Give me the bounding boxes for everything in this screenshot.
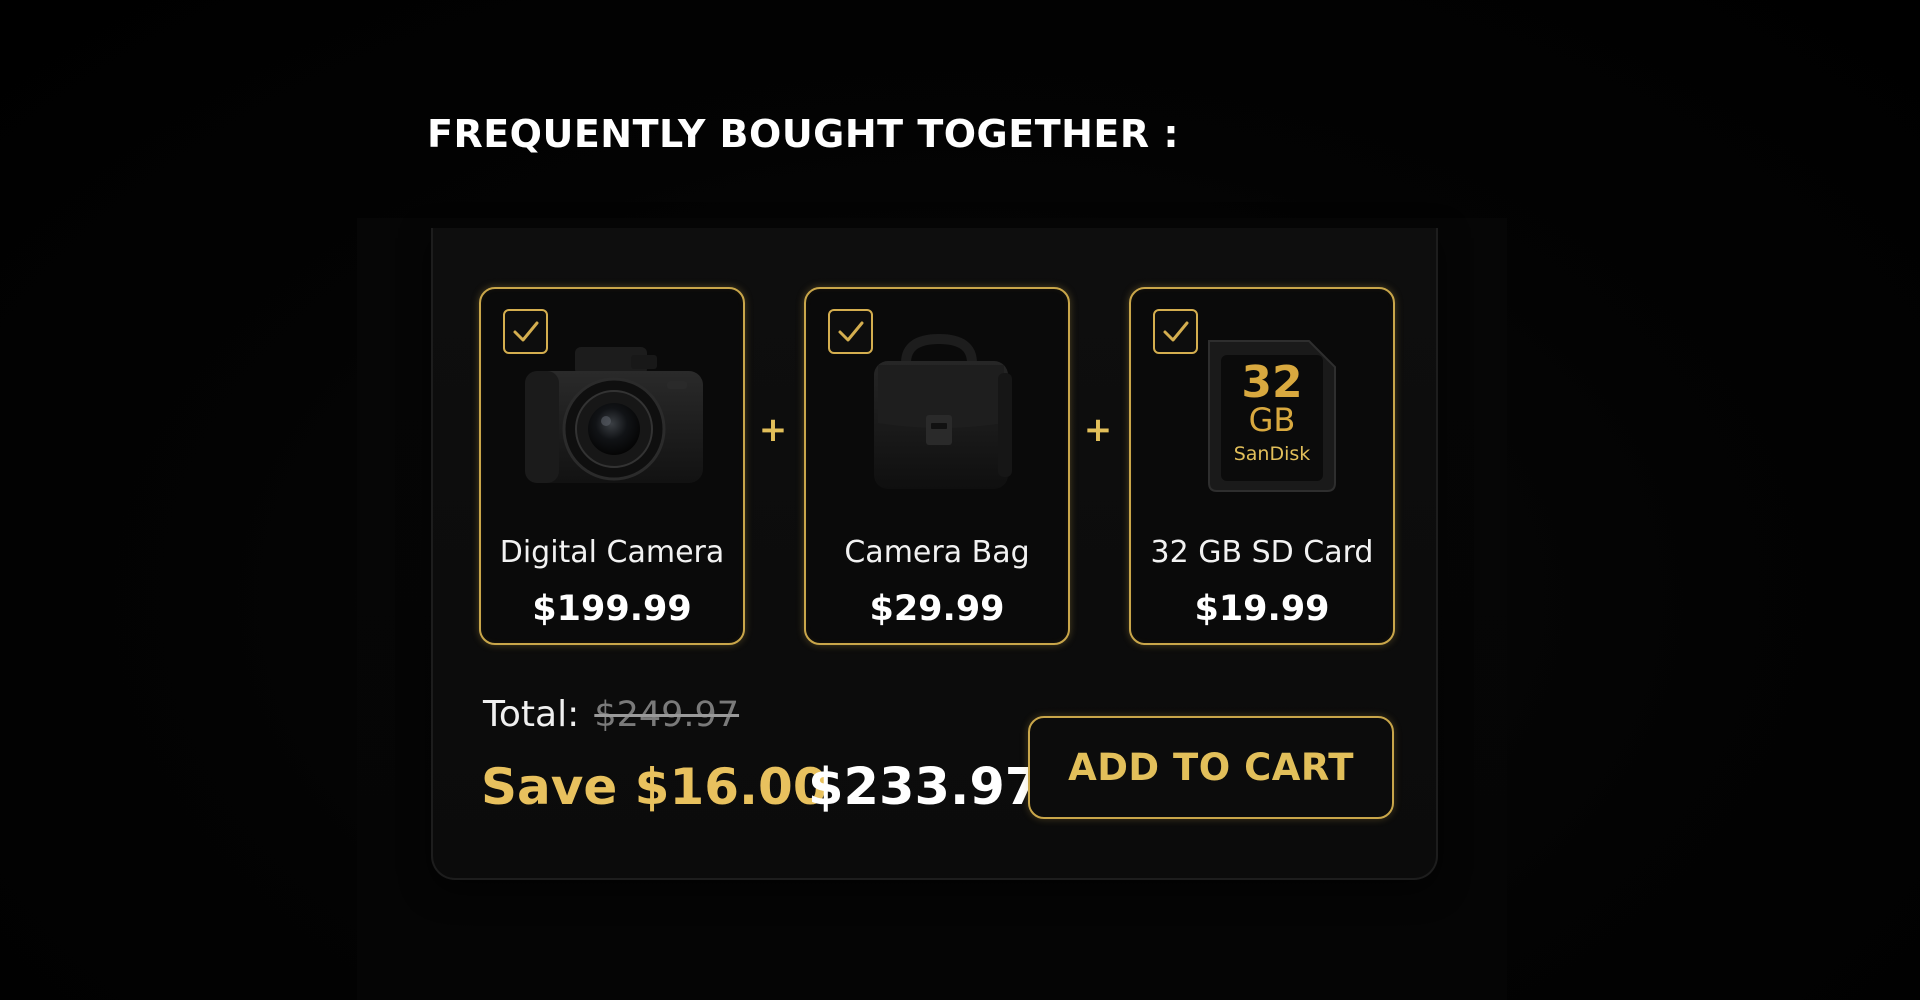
product-price: $199.99 xyxy=(532,589,692,629)
total-row: Total: $249.97 xyxy=(483,694,739,735)
savings-text: Save $16.00 xyxy=(481,758,828,816)
sd-card-icon: 32 GB SanDisk xyxy=(1208,340,1336,492)
final-total: $233.97 xyxy=(808,758,1041,817)
product-price: $19.99 xyxy=(1194,589,1330,629)
plus-separator: + xyxy=(758,410,788,450)
sd-card-unit: GB xyxy=(1249,401,1296,439)
product-price: $29.99 xyxy=(869,589,1005,629)
total-label: Total: xyxy=(483,694,580,735)
sd-card-brand: SanDisk xyxy=(1234,443,1311,465)
section-heading: FREQUENTLY BOUGHT TOGETHER : xyxy=(427,112,1180,156)
plus-separator: + xyxy=(1083,410,1113,450)
product-name: Digital Camera xyxy=(499,535,725,570)
product-card-digital-camera[interactable]: Digital Camera $199.99 xyxy=(479,287,745,645)
camera-icon xyxy=(525,347,703,483)
add-to-cart-button[interactable]: ADD TO CART xyxy=(1028,716,1394,819)
original-total: $249.97 xyxy=(594,695,740,735)
page: FREQUENTLY BOUGHT TOGETHER : Digital Cam… xyxy=(0,0,1920,1000)
product-card-camera-bag[interactable]: Camera Bag $29.99 xyxy=(804,287,1070,645)
product-name: Camera Bag xyxy=(844,535,1030,570)
bundle-card: Digital Camera $199.99 + Camera Bag $29.… xyxy=(431,228,1438,880)
product-name: 32 GB SD Card xyxy=(1150,535,1374,570)
product-card-sd-card[interactable]: 32 GB SanDisk 32 GB SD Card $19.99 xyxy=(1129,287,1395,645)
camera-bag-icon xyxy=(874,333,1012,489)
